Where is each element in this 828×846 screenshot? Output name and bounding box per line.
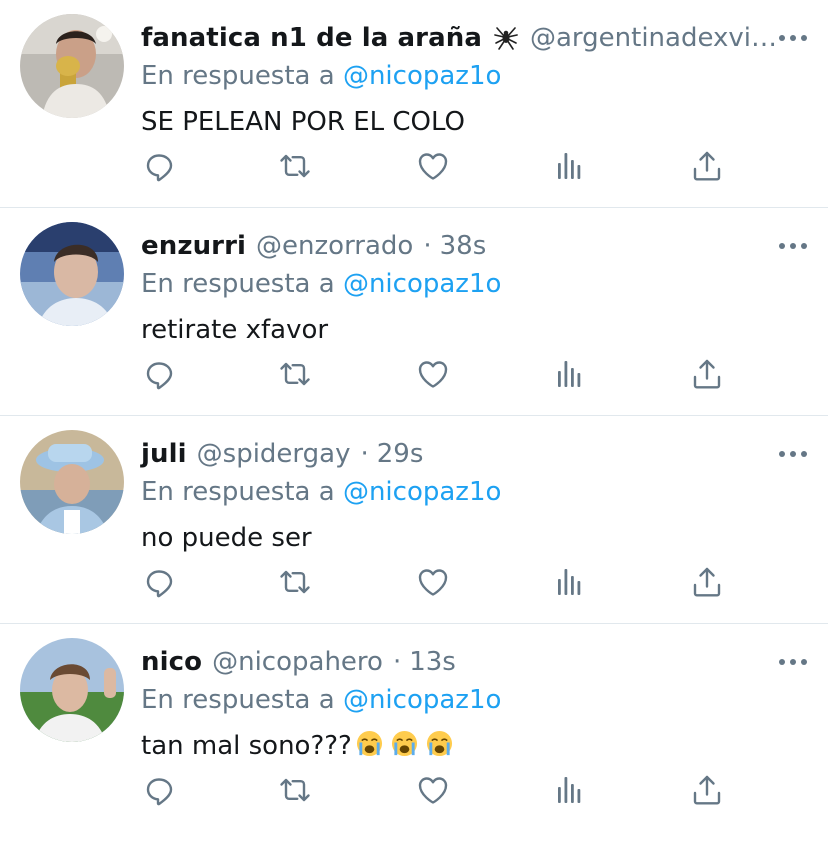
reply-prefix: En respuesta a — [141, 61, 335, 91]
tweet-text-body: tan mal sono??? — [141, 731, 352, 761]
like-icon[interactable] — [415, 356, 451, 392]
like-icon[interactable] — [415, 148, 451, 184]
retweet-icon[interactable] — [277, 772, 313, 808]
handle[interactable]: @spidergay — [197, 434, 351, 474]
reply-prefix: En respuesta a — [141, 685, 335, 715]
handle[interactable]: @nicopahero — [212, 642, 383, 682]
tweet-actions — [141, 356, 723, 396]
tweet-text: tan mal sono??? — [141, 728, 808, 764]
separator-dot: · — [360, 439, 369, 469]
reply-tweet[interactable]: nico @nicopahero · 13s En respuesta a @n… — [0, 624, 828, 832]
avatar[interactable] — [20, 430, 124, 534]
timestamp[interactable]: 13s — [409, 642, 456, 682]
spider-emoji-icon — [494, 27, 518, 50]
replying-to: En respuesta a @nicopaz1o — [141, 682, 808, 718]
display-name[interactable]: juli — [141, 434, 187, 474]
share-icon[interactable] — [689, 564, 725, 600]
more-options-icon[interactable] — [778, 32, 808, 44]
more-options-icon[interactable] — [778, 240, 808, 252]
replying-to: En respuesta a @nicopaz1o — [141, 266, 808, 302]
separator-dot: · — [423, 231, 432, 261]
reply-tweet[interactable]: fanatica n1 de la araña @argentinadexvid… — [0, 0, 828, 208]
reply-icon[interactable] — [141, 356, 177, 392]
replying-to: En respuesta a @nicopaz1o — [141, 58, 808, 94]
reply-tweet[interactable]: juli @spidergay · 29s En respuesta a @ni… — [0, 416, 828, 624]
retweet-icon[interactable] — [277, 148, 313, 184]
loudly-crying-face-icon — [356, 730, 382, 757]
retweet-icon[interactable] — [277, 356, 313, 392]
mention-link[interactable]: @nicopaz1o — [343, 477, 501, 507]
analytics-icon[interactable] — [552, 772, 588, 808]
mention-link[interactable]: @nicopaz1o — [343, 269, 501, 299]
analytics-icon[interactable] — [552, 148, 588, 184]
display-name[interactable]: enzurri — [141, 226, 246, 266]
avatar[interactable] — [20, 222, 124, 326]
handle[interactable]: @argentinadexvid… — [530, 18, 788, 58]
more-options-icon[interactable] — [778, 656, 808, 668]
tweet-actions — [141, 772, 723, 812]
like-icon[interactable] — [415, 772, 451, 808]
mention-link[interactable]: @nicopaz1o — [343, 685, 501, 715]
reply-icon[interactable] — [141, 148, 177, 184]
replying-to: En respuesta a @nicopaz1o — [141, 474, 808, 510]
reply-prefix: En respuesta a — [141, 477, 335, 507]
share-icon[interactable] — [689, 148, 725, 184]
reply-prefix: En respuesta a — [141, 269, 335, 299]
analytics-icon[interactable] — [552, 564, 588, 600]
reply-tweet[interactable]: enzurri @enzorrado · 38s En respuesta a … — [0, 208, 828, 416]
timestamp[interactable]: 38s — [440, 226, 487, 266]
avatar[interactable] — [20, 638, 124, 742]
tweet-actions — [141, 148, 723, 188]
tweet-text: retirate xfavor — [141, 315, 329, 345]
tweet-text: SE PELEAN POR EL COLO — [141, 107, 466, 137]
display-name[interactable]: fanatica n1 de la araña — [141, 18, 482, 58]
tweet-actions — [141, 564, 723, 604]
share-icon[interactable] — [689, 772, 725, 808]
share-icon[interactable] — [689, 356, 725, 392]
display-name[interactable]: nico — [141, 642, 202, 682]
timestamp[interactable]: 29s — [377, 434, 424, 474]
more-options-icon[interactable] — [778, 448, 808, 460]
reply-icon[interactable] — [141, 772, 177, 808]
like-icon[interactable] — [415, 564, 451, 600]
retweet-icon[interactable] — [277, 564, 313, 600]
loudly-crying-face-icon — [391, 730, 417, 757]
analytics-icon[interactable] — [552, 356, 588, 392]
separator-dot: · — [392, 647, 402, 677]
mention-link[interactable]: @nicopaz1o — [343, 61, 501, 91]
avatar[interactable] — [20, 14, 124, 118]
reply-icon[interactable] — [141, 564, 177, 600]
loudly-crying-face-icon — [426, 730, 452, 757]
tweet-text: no puede ser — [141, 523, 312, 553]
handle[interactable]: @enzorrado — [256, 226, 413, 266]
